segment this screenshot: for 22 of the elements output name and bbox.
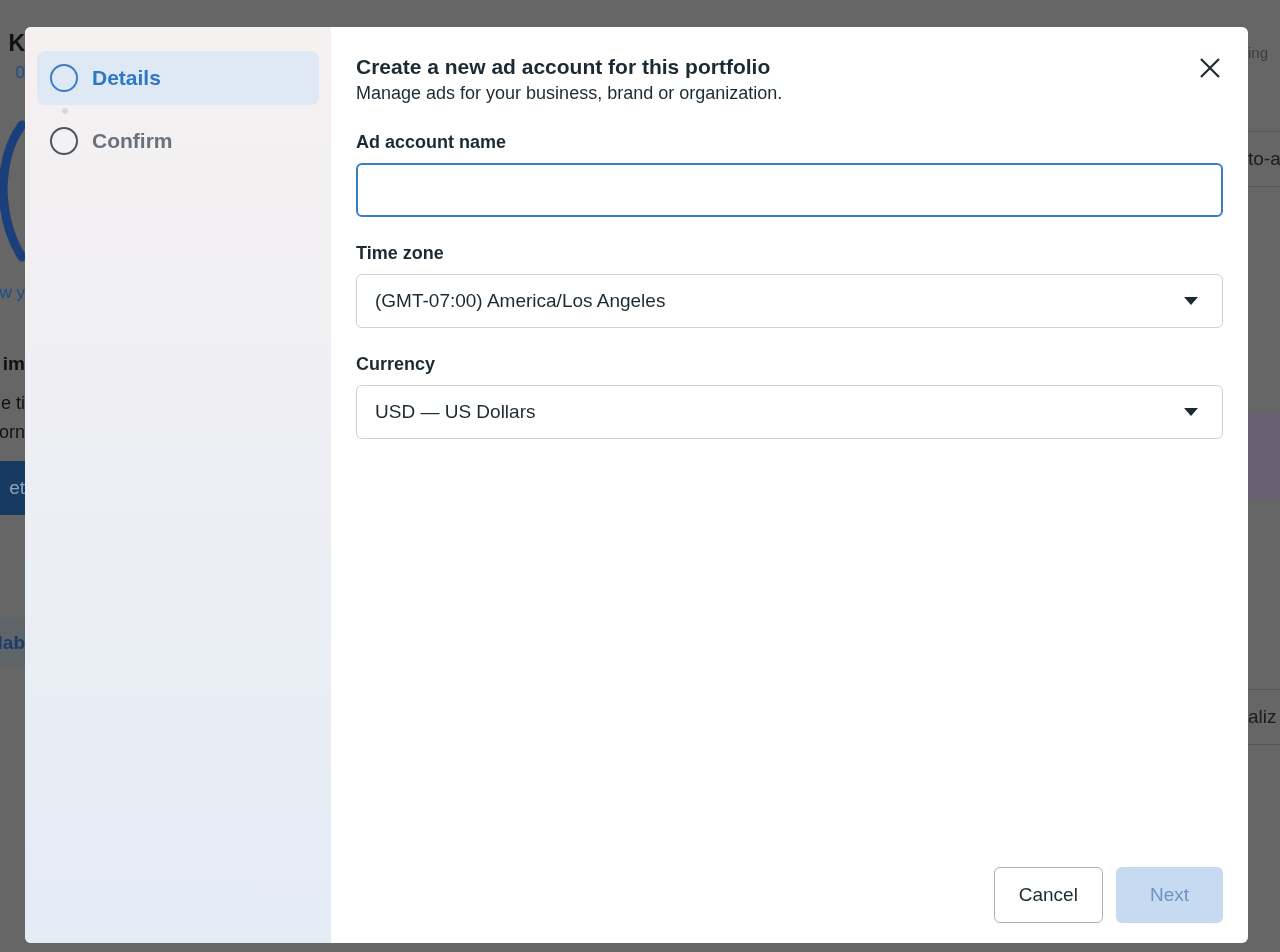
field-label: Time zone [356,243,445,264]
step-item[interactable]: Details [37,51,319,105]
table-cell: to-a [1248,131,1280,187]
dropdown-caret-icon [1184,408,1198,416]
field-label: Currency [356,354,437,375]
step-circle-icon [50,64,78,92]
cancel-button[interactable]: Cancel [993,867,1103,923]
input-field[interactable] [356,163,1223,217]
section-heading: im [2,353,25,375]
dialog-subtitle: Manage ads for your business, brand or organization. [356,83,783,104]
field-label: Ad account name [356,132,508,153]
step-item[interactable]: Confirm [37,114,319,168]
dropdown-caret-icon [1184,297,1198,305]
dropdown-select[interactable]: USD — US Dollars [356,385,1223,439]
action-button[interactable]: et [0,461,25,515]
dropdown-select[interactable]: (GMT-07:00) America/Los Angeles [356,274,1223,328]
page-title: K [8,30,25,57]
body-text: orn [0,422,25,443]
body-text: e ti [1,393,25,414]
table-cell: aliz [1248,689,1280,745]
dialog-title: Create a new ad account for this portfolio [356,55,772,79]
step-circle-icon [50,127,78,155]
